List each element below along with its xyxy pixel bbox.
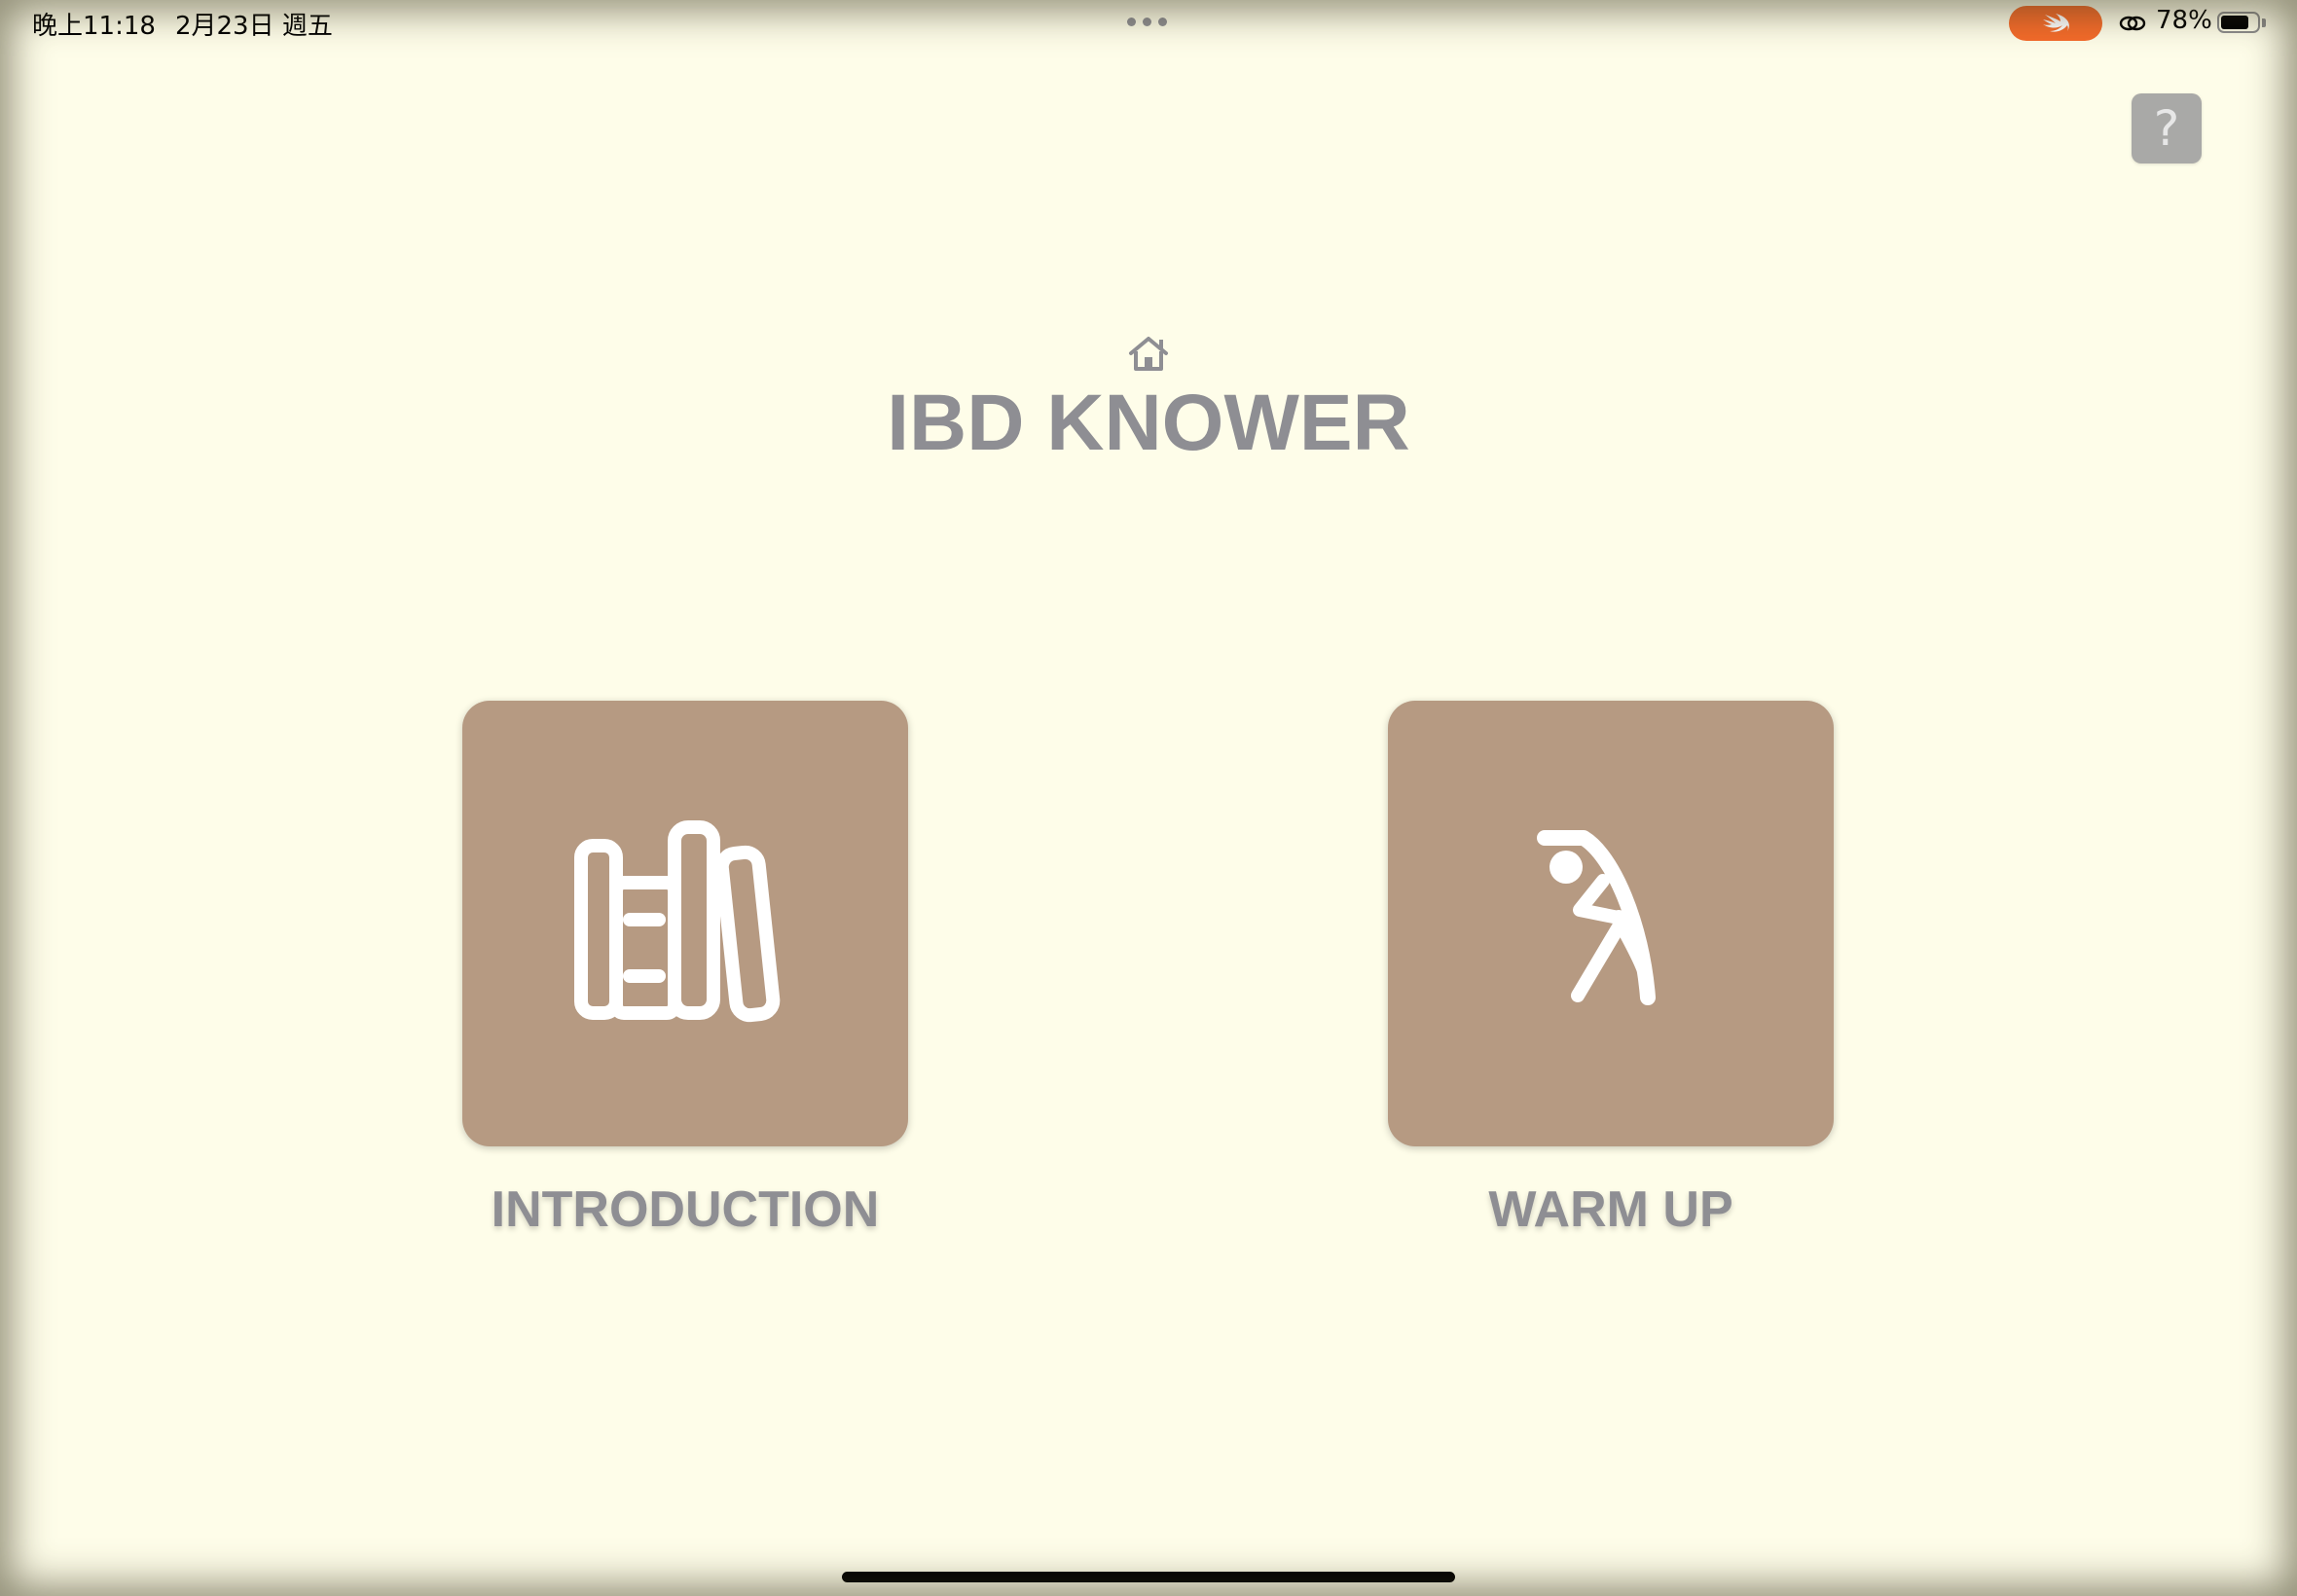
swift-bird-icon: [2043, 14, 2069, 32]
help-button[interactable]: ?: [2132, 93, 2202, 163]
battery-percent: 78%: [2156, 6, 2212, 35]
introduction-label: INTRODUCTION: [491, 1181, 880, 1238]
battery-fill: [2221, 16, 2249, 29]
status-bar-left: 晚上11:18 2月23日 週五: [32, 6, 333, 42]
stretching-figure-icon: [1537, 830, 1656, 1005]
battery-icon: [2217, 12, 2260, 33]
introduction-button[interactable]: [462, 701, 908, 1146]
warm-up-label: WARM UP: [1488, 1181, 1733, 1238]
battery-cap: [2262, 18, 2266, 27]
books-icon: [574, 820, 781, 1023]
multitasking-dots-icon[interactable]: [1127, 18, 1167, 26]
page-title: IBD KNOWER: [887, 379, 1410, 467]
swift-playgrounds-pill[interactable]: [2009, 6, 2102, 41]
screen-vignette: [0, 0, 2297, 1596]
home-indicator[interactable]: [842, 1572, 1455, 1582]
status-time: 晚上11:18: [32, 12, 156, 41]
home-icon: [1129, 337, 1168, 371]
connection-link-icon: [2119, 16, 2146, 31]
app-screen: 晚上11:18 2月23日 週五 78% ? IBD KNOWER INTROD…: [0, 0, 2297, 1596]
status-date: 2月23日 週五: [174, 12, 333, 41]
warm-up-button[interactable]: [1388, 701, 1834, 1146]
